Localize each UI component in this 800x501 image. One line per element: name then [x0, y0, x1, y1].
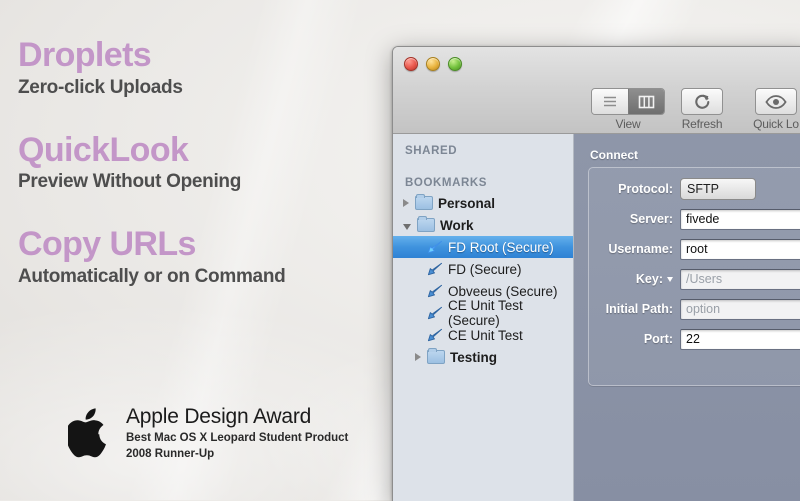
port-value: 22: [686, 332, 700, 346]
connect-panel-title: Connect: [590, 148, 638, 162]
segmented-view-control[interactable]: [591, 88, 665, 115]
toolbar-label-refresh: Refresh: [681, 117, 723, 131]
sidebar-item-work[interactable]: Work: [393, 214, 573, 236]
promo-block-droplets: Droplets Zero-click Uploads: [18, 36, 398, 99]
bookmark-bolt-icon: [427, 262, 443, 276]
disclosure-triangle-right-icon[interactable]: [403, 199, 409, 207]
zoom-button[interactable]: [448, 57, 462, 71]
sidebar-item-personal[interactable]: Personal: [393, 192, 573, 214]
promo-copy: Droplets Zero-click Uploads QuickLook Pr…: [18, 36, 398, 314]
apple-logo-icon: [68, 408, 106, 458]
sidebar-header-bookmarks: BOOKMARKS: [405, 177, 488, 189]
sidebar-item-label: Personal: [438, 195, 496, 211]
promo-block-quicklook: QuickLook Preview Without Opening: [18, 130, 398, 194]
username-label: Username:: [608, 242, 673, 256]
sidebar-item-fd-secure[interactable]: FD (Secure): [393, 258, 573, 280]
close-button[interactable]: [404, 57, 418, 71]
award-title: Apple Design Award: [126, 405, 312, 428]
award-text: Apple Design Award Best Mac OS X Leopard…: [126, 405, 349, 462]
disclosure-triangle-down-icon[interactable]: [403, 223, 411, 230]
window-titlebar[interactable]: View Refresh Quick Lo: [393, 47, 800, 134]
bookmark-bolt-icon: [427, 306, 443, 320]
server-value: fivede: [686, 212, 720, 226]
field-row-protocol: Protocol: SFTP: [589, 177, 800, 201]
toolbar-label-view: View: [615, 117, 641, 131]
list-view-icon[interactable]: [592, 89, 628, 114]
field-row-username: Username: root: [589, 237, 800, 261]
minimize-button[interactable]: [426, 57, 440, 71]
folder-icon: [417, 216, 435, 232]
window-controls: [404, 57, 462, 71]
username-value: root: [686, 242, 708, 256]
sidebar-header-shared: SHARED: [405, 145, 458, 157]
app-window: View Refresh Quick Lo SHARED BOOKMARKS P…: [392, 46, 800, 501]
sidebar-item-label: FD Root (Secure): [448, 239, 554, 255]
disclosure-triangle-right-icon[interactable]: [415, 353, 421, 361]
apple-design-award-badge: Apple Design Award Best Mac OS X Leopard…: [68, 405, 349, 462]
sidebar-item-testing[interactable]: Testing: [393, 346, 573, 368]
promo-subheading: Preview Without Opening: [18, 171, 242, 193]
initial-path-label: Initial Path:: [605, 302, 673, 316]
field-row-port: Port: 22: [589, 327, 800, 351]
sidebar-item-label: Testing: [450, 349, 497, 365]
field-row-initial-path: Initial Path: option: [589, 297, 800, 321]
eye-icon: [765, 94, 787, 109]
key-placeholder: /Users: [686, 272, 723, 286]
field-row-server: Server: fivede: [589, 207, 800, 231]
connect-form: Protocol: SFTP Server: fivede Username: …: [588, 167, 800, 386]
award-line-1: Best Mac OS X Leopard Student Product: [126, 432, 349, 445]
folder-icon: [415, 194, 433, 210]
server-input[interactable]: fivede: [680, 208, 800, 230]
promo-block-copyurls: Copy URLs Automatically or on Command: [18, 225, 398, 288]
username-input[interactable]: root: [680, 238, 800, 260]
toolbar-item-refresh[interactable]: Refresh: [665, 88, 739, 131]
promo-heading: Droplets: [18, 36, 152, 74]
quick-look-button[interactable]: [755, 88, 797, 115]
initial-path-placeholder: option: [686, 302, 721, 316]
port-input[interactable]: 22: [680, 328, 800, 350]
bookmark-bolt-icon: [427, 328, 443, 342]
protocol-popup-button[interactable]: SFTP: [680, 178, 756, 200]
sidebar-item-label: FD (Secure): [448, 261, 522, 277]
toolbar-item-quick-look[interactable]: Quick Lo: [739, 88, 800, 131]
protocol-value: SFTP: [687, 182, 719, 196]
toolbar-item-view[interactable]: View: [591, 88, 665, 131]
sidebar-item-label: Obveeus (Secure): [448, 283, 558, 299]
window-body: SHARED BOOKMARKS Personal Work FD Root (…: [393, 134, 800, 501]
connect-panel: Connect Protocol: SFTP Server: fivede Us…: [574, 134, 800, 501]
column-view-icon[interactable]: [627, 89, 664, 114]
port-label: Port:: [643, 332, 673, 346]
key-label-text: Key:: [635, 272, 663, 286]
key-label: Key:: [589, 272, 680, 286]
refresh-icon: [694, 94, 709, 109]
promo-heading: Copy URLs: [18, 225, 196, 264]
promo-subheading: Zero-click Uploads: [18, 76, 183, 98]
promo-subheading: Automatically or on Command: [18, 265, 286, 287]
sidebar-item-label: Work: [440, 217, 474, 233]
bookmark-bolt-icon: [427, 284, 443, 298]
folder-icon: [427, 348, 445, 364]
refresh-button[interactable]: [681, 88, 723, 115]
server-label: Server:: [629, 212, 673, 226]
toolbar-label-quick-look: Quick Lo: [753, 117, 799, 131]
bookmarks-sidebar[interactable]: SHARED BOOKMARKS Personal Work FD Root (…: [393, 134, 574, 501]
protocol-label: Protocol:: [618, 182, 673, 196]
initial-path-input[interactable]: option: [680, 298, 800, 320]
sidebar-item-label: CE Unit Test: [448, 327, 523, 343]
sidebar-item-fd-root-secure[interactable]: FD Root (Secure): [393, 236, 573, 258]
bookmark-bolt-icon: [427, 240, 443, 254]
sidebar-item-ce-unit-test[interactable]: CE Unit Test: [393, 324, 573, 346]
award-line-2: 2008 Runner-Up: [126, 447, 215, 460]
sidebar-item-ce-unit-test-secure[interactable]: CE Unit Test (Secure): [393, 298, 573, 328]
chevron-down-icon[interactable]: [667, 276, 673, 282]
window-toolbar: View Refresh Quick Lo: [591, 88, 800, 131]
promo-heading: QuickLook: [18, 130, 189, 169]
key-input[interactable]: /Users: [680, 268, 800, 290]
field-row-key: Key: /Users: [589, 267, 800, 291]
